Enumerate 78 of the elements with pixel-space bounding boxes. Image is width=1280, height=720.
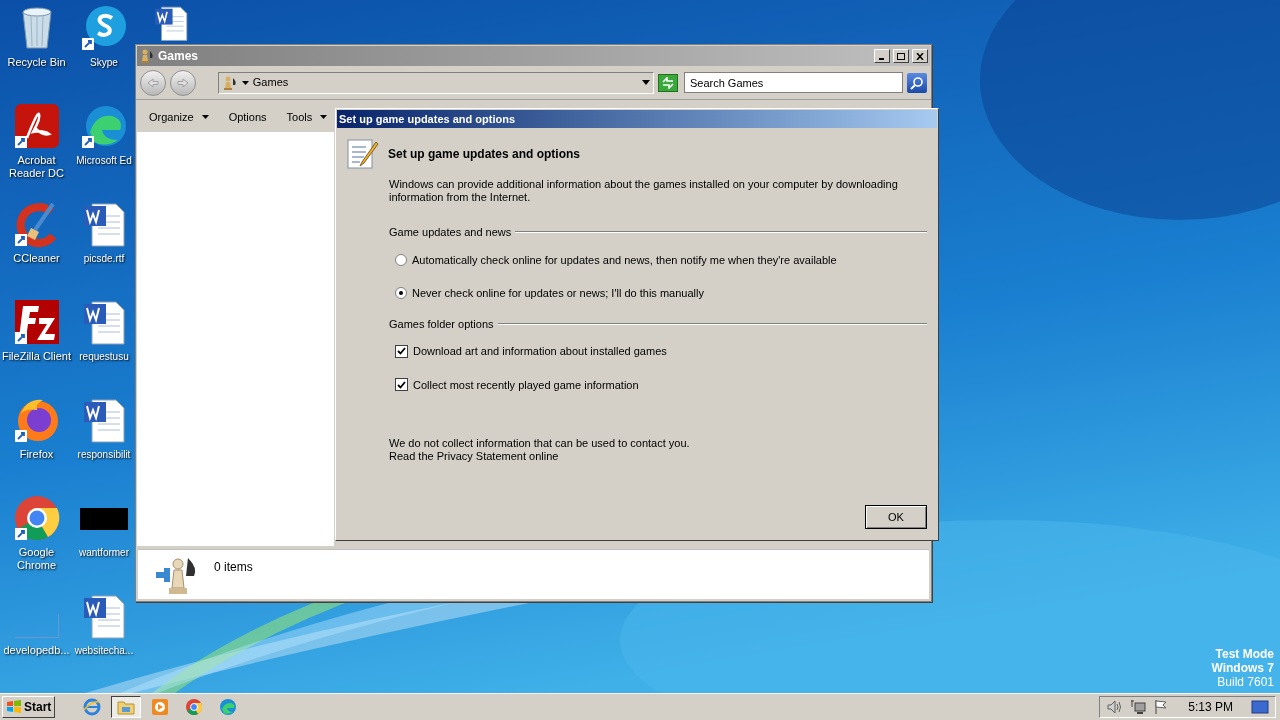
maximize-icon — [897, 52, 905, 60]
dialog-heading: Set up game updates and options — [388, 146, 581, 163]
search-button[interactable] — [907, 72, 927, 93]
ok-button[interactable]: OK — [865, 505, 927, 529]
option-label: Automatically check online for updates and news, then notify me when they're available — [412, 252, 837, 268]
skype-icon — [80, 4, 128, 52]
chrome-icon — [12, 494, 61, 542]
option-label: Download art and information about installed games — [413, 344, 667, 359]
group-title: Games folder options — [389, 316, 494, 332]
address-text: Games — [252, 75, 289, 91]
notepad-pencil-icon — [346, 138, 380, 170]
redacted-block — [80, 508, 128, 530]
desktop-icon-label: Google Chrome — [15, 546, 58, 572]
desktop-icon-label: websitecha... — [74, 644, 134, 657]
desktop-icon-label: requestusu — [79, 350, 129, 363]
internet-explorer-icon — [83, 698, 102, 716]
toolbar-button[interactable]: Organize — [142, 106, 216, 128]
toolbar-button[interactable]: Options — [221, 106, 274, 128]
chess-pawn-icon — [221, 74, 238, 91]
desktop-icon-label: Skype — [90, 56, 118, 69]
windows-logo-icon — [6, 700, 22, 714]
show-desktop-icon — [1251, 700, 1269, 714]
window-title: Games — [158, 48, 199, 65]
taskbar-app[interactable] — [111, 696, 142, 718]
search-field[interactable]: Search Games — [683, 72, 904, 93]
chrome-icon — [185, 698, 204, 716]
privacy-note: We do not collect information that can be used to contact you. — [389, 437, 691, 450]
desktop-icon-label: responsibilit — [77, 448, 131, 461]
minimize-button[interactable] — [874, 49, 890, 63]
refresh-button[interactable] — [658, 73, 678, 92]
close-icon — [916, 52, 924, 60]
filezilla-icon — [12, 298, 61, 346]
privacy-link[interactable]: Read the Privacy Statement online — [389, 450, 938, 463]
desktop-icon-label: Acrobat Reader DC — [8, 154, 65, 180]
intro-text: Windows can provide additional information about the games installed on your computer by downloading information from the Internet. — [389, 178, 898, 204]
caret-icon — [642, 80, 651, 85]
os-build-text: Build 7601 — [1217, 675, 1274, 689]
acrobat-icon — [12, 102, 61, 150]
caret-icon — [201, 115, 209, 119]
close-button[interactable] — [912, 49, 928, 63]
volume-icon — [1106, 700, 1123, 714]
radio-button[interactable] — [395, 287, 407, 300]
edge-icon — [219, 698, 238, 716]
item-count: 0 items — [214, 559, 253, 576]
clock: 5:13 PM — [1188, 699, 1233, 716]
folder-icon — [117, 698, 136, 716]
toolbar-button[interactable]: Tools — [279, 106, 335, 128]
start-button[interactable]: Start — [2, 696, 56, 718]
desktop-icon-label: Microsoft Ed — [76, 154, 132, 167]
desktop-icon-label: FileZilla Client — [0, 350, 73, 363]
dialog-title: Set up game updates and options — [339, 111, 516, 127]
checkbox[interactable] — [395, 344, 408, 358]
flag-icon — [1154, 699, 1169, 715]
desktop-icon-label: wantformer — [79, 546, 129, 559]
maximize-button[interactable] — [893, 49, 909, 63]
desktop-icon-label: CCleaner — [12, 252, 61, 265]
option-label: Never check online for updates or news; I'll do this manually — [412, 286, 704, 301]
os-build-text: Windows 7 — [1211, 661, 1274, 675]
radio-button[interactable] — [395, 253, 407, 266]
caret-icon — [241, 80, 249, 85]
desktop-icon-label: Firefox — [18, 448, 55, 461]
desktop-icon-label: picsde.rtf — [83, 252, 125, 265]
os-build-text: Test Mode — [1215, 647, 1274, 661]
checkbox[interactable] — [395, 378, 408, 392]
refresh-icon — [661, 76, 675, 89]
left-arrow-icon — [146, 77, 159, 88]
option-label: Collect most recently played game information — [413, 377, 639, 393]
address-bar[interactable]: Games — [217, 71, 655, 94]
group-title: Game updates and news — [389, 225, 512, 240]
desktop-icon-label: developedb... — [2, 644, 71, 657]
search-icon — [910, 75, 925, 90]
media-player-icon — [151, 698, 170, 716]
chess-pawn-icon — [139, 48, 155, 64]
blank-file-icon — [14, 614, 59, 638]
right-arrow-icon — [176, 77, 189, 88]
desktop-icon-label: Recycle Bin — [6, 56, 67, 69]
caret-icon — [320, 115, 328, 119]
network-icon — [1130, 699, 1147, 715]
